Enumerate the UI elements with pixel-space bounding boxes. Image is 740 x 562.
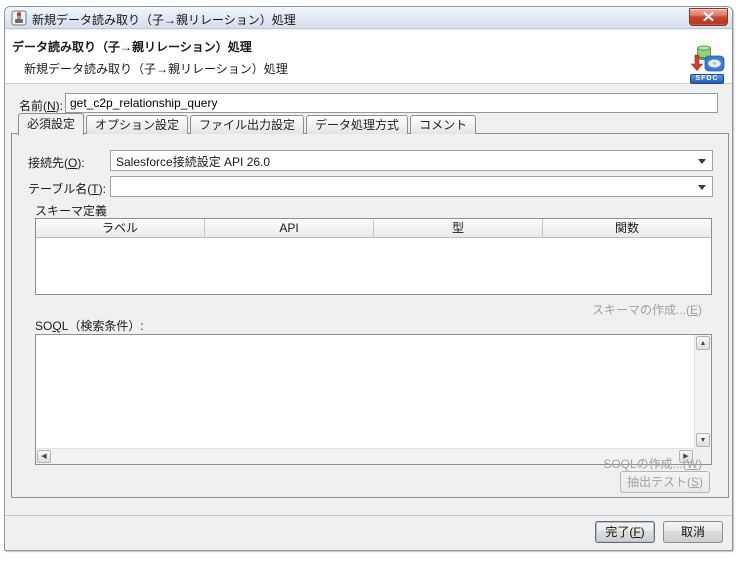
- create-soql-link-pre: SOQLの作成...(: [603, 457, 686, 471]
- header-subtitle: 新規データ読み取り（子→親リレーション）処理: [24, 60, 288, 77]
- create-schema-link-post: ): [698, 303, 702, 317]
- scroll-left-icon[interactable]: ◀: [37, 450, 51, 463]
- schema-column-function[interactable]: 関数: [543, 219, 711, 237]
- table-name-label-post: ):: [99, 182, 106, 196]
- tab-label: データ処理方式: [315, 118, 399, 132]
- extract-test-button-mnemonic: S: [691, 475, 699, 489]
- tab-label: ファイル出力設定: [199, 118, 295, 132]
- required-settings-panel: 接続先(O): Salesforce接続設定 API 26.0 テーブル名(T)…: [11, 133, 729, 498]
- extract-test-button-pre: 抽出テスト(: [627, 475, 691, 489]
- extract-test-button[interactable]: 抽出テスト(S): [620, 471, 710, 493]
- scroll-up-icon[interactable]: ▲: [696, 336, 710, 350]
- screenshot-canvas: 新規データ読み取り（子→親リレーション）処理 データ読み取り（子→親リレーション…: [0, 0, 740, 562]
- window-title: 新規データ読み取り（子→親リレーション）処理: [32, 11, 296, 28]
- soql-label: SOQL（検索条件）:: [35, 317, 144, 334]
- name-label: 名前(N):: [19, 97, 63, 114]
- sfdc-adapter-icon: SFDC: [689, 45, 725, 84]
- app-icon: [11, 10, 27, 26]
- title-bar[interactable]: 新規データ読み取り（子→親リレーション）処理: [5, 7, 732, 29]
- table-name-label-pre: テーブル名(: [28, 182, 91, 196]
- tab-file-output-settings[interactable]: ファイル出力設定: [190, 115, 304, 134]
- name-label-pre: 名前(: [19, 99, 47, 113]
- create-schema-link-mnemonic: E: [690, 303, 698, 317]
- connection-label-post: ):: [77, 156, 84, 170]
- tab-label: 必須設定: [27, 117, 75, 131]
- schema-column-type[interactable]: 型: [374, 219, 543, 237]
- schema-definition-label: スキーマ定義: [35, 202, 107, 219]
- create-schema-link-pre: スキーマの作成...(: [592, 303, 690, 317]
- scroll-down-icon[interactable]: ▼: [696, 433, 710, 447]
- table-name-label-mnemonic: T: [91, 182, 98, 196]
- chevron-down-icon: [698, 159, 706, 164]
- tab-required-settings[interactable]: 必須設定: [18, 113, 84, 135]
- dialog-window: 新規データ読み取り（子→親リレーション）処理 データ読み取り（子→親リレーション…: [4, 6, 733, 551]
- connection-label-pre: 接続先(: [28, 156, 68, 170]
- tab-data-processing-method[interactable]: データ処理方式: [306, 115, 408, 134]
- schema-table-body[interactable]: [36, 238, 711, 294]
- tab-optional-settings[interactable]: オプション設定: [86, 115, 188, 134]
- chevron-down-icon: [698, 185, 706, 190]
- tab-strip: 必須設定 オプション設定 ファイル出力設定 データ処理方式 コメント: [18, 113, 478, 134]
- create-schema-link[interactable]: スキーマの作成...(E): [592, 301, 702, 318]
- name-input[interactable]: [65, 93, 718, 113]
- schema-table[interactable]: ラベル API 型 関数: [35, 218, 712, 295]
- soql-label-post: L（検索条件）:: [62, 319, 144, 333]
- tab-comment[interactable]: コメント: [410, 115, 476, 134]
- connection-select[interactable]: Salesforce接続設定 API 26.0: [110, 150, 713, 171]
- table-name-select[interactable]: [110, 176, 713, 197]
- table-name-label: テーブル名(T):: [28, 180, 106, 197]
- close-button[interactable]: [689, 8, 728, 26]
- tab-label: オプション設定: [95, 118, 179, 132]
- create-soql-link-mnemonic: W: [687, 457, 698, 471]
- tab-label: コメント: [419, 118, 467, 132]
- header-band: データ読み取り（子→親リレーション）処理 新規データ読み取り（子→親リレーション…: [5, 30, 732, 84]
- name-label-post: ):: [56, 99, 63, 113]
- sfdc-badge: SFDC: [690, 74, 724, 84]
- header-title: データ読み取り（子→親リレーション）処理: [12, 38, 252, 55]
- soql-vertical-scrollbar[interactable]: ▲ ▼: [694, 335, 711, 448]
- schema-table-header: ラベル API 型 関数: [36, 219, 711, 238]
- name-label-mnemonic: N: [47, 99, 56, 113]
- finish-button[interactable]: 完了(F): [595, 521, 655, 543]
- soql-label-pre: SO: [35, 319, 52, 333]
- schema-column-label[interactable]: ラベル: [36, 219, 205, 237]
- extract-test-button-post: ): [699, 475, 703, 489]
- soql-horizontal-scrollbar[interactable]: ◀ ▶: [36, 448, 694, 464]
- sfdc-icon-art: [689, 45, 725, 73]
- cancel-button[interactable]: 取消: [663, 521, 723, 543]
- footer-separator: [5, 515, 732, 516]
- connection-label: 接続先(O):: [28, 154, 85, 171]
- connection-select-value: Salesforce接続設定 API 26.0: [116, 153, 692, 170]
- connection-label-mnemonic: O: [68, 156, 77, 170]
- finish-button-mnemonic: F: [633, 525, 640, 539]
- soql-editor: ▲ ▼ ◀ ▶: [35, 334, 712, 465]
- soql-input[interactable]: [36, 335, 694, 448]
- close-icon: [703, 10, 714, 24]
- schema-column-api[interactable]: API: [205, 219, 374, 237]
- finish-button-pre: 完了(: [605, 525, 633, 539]
- soql-label-mnemonic: Q: [52, 319, 61, 333]
- create-soql-link-post: ): [698, 457, 702, 471]
- create-soql-link[interactable]: SOQLの作成...(W): [603, 455, 702, 472]
- finish-button-post: ): [641, 525, 645, 539]
